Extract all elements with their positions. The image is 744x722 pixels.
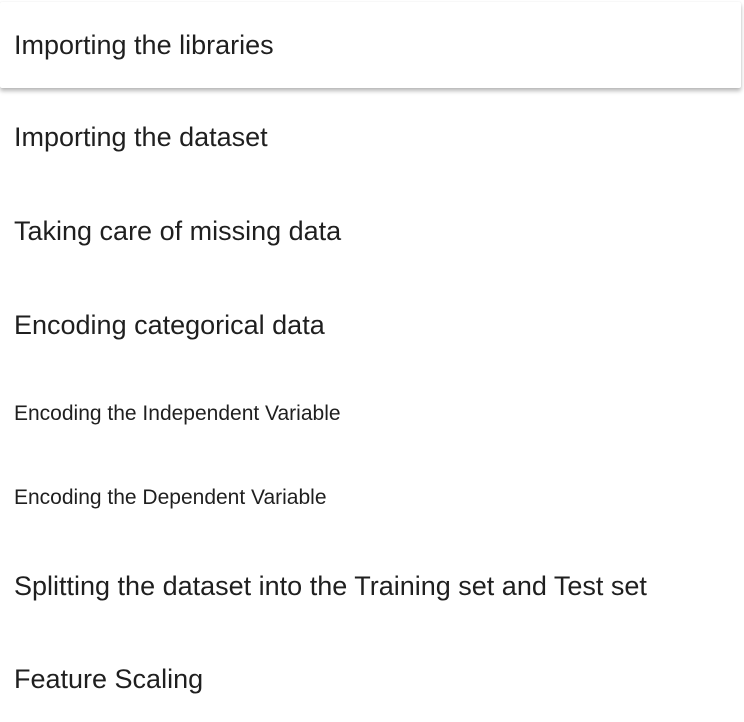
toc-item-encoding-categorical-data[interactable]: Encoding categorical data xyxy=(0,282,744,368)
toc-item-importing-the-libraries[interactable]: Importing the libraries xyxy=(0,2,741,88)
toc-item-label: Encoding categorical data xyxy=(14,309,325,340)
toc-item-splitting-the-dataset[interactable]: Splitting the dataset into the Training … xyxy=(0,541,744,631)
toc-item-label: Taking care of missing data xyxy=(14,215,342,246)
toc-item-label: Importing the libraries xyxy=(14,29,274,60)
toc-item-encoding-independent-variable[interactable]: Encoding the Independent Variable xyxy=(0,372,744,456)
toc-item-label: Encoding the Dependent Variable xyxy=(14,486,327,509)
toc-item-label: Importing the dataset xyxy=(14,121,268,152)
toc-item-importing-the-dataset[interactable]: Importing the dataset xyxy=(0,94,744,180)
toc-item-encoding-dependent-variable[interactable]: Encoding the Dependent Variable xyxy=(0,456,744,540)
toc-item-feature-scaling[interactable]: Feature Scaling xyxy=(0,636,744,722)
toc-item-label: Encoding the Independent Variable xyxy=(14,402,341,425)
toc-item-label: Feature Scaling xyxy=(14,663,204,694)
toc-item-taking-care-of-missing-data[interactable]: Taking care of missing data xyxy=(0,188,744,274)
toc-item-label: Splitting the dataset into the Training … xyxy=(14,570,647,601)
table-of-contents: Importing the libraries Importing the da… xyxy=(0,0,744,722)
